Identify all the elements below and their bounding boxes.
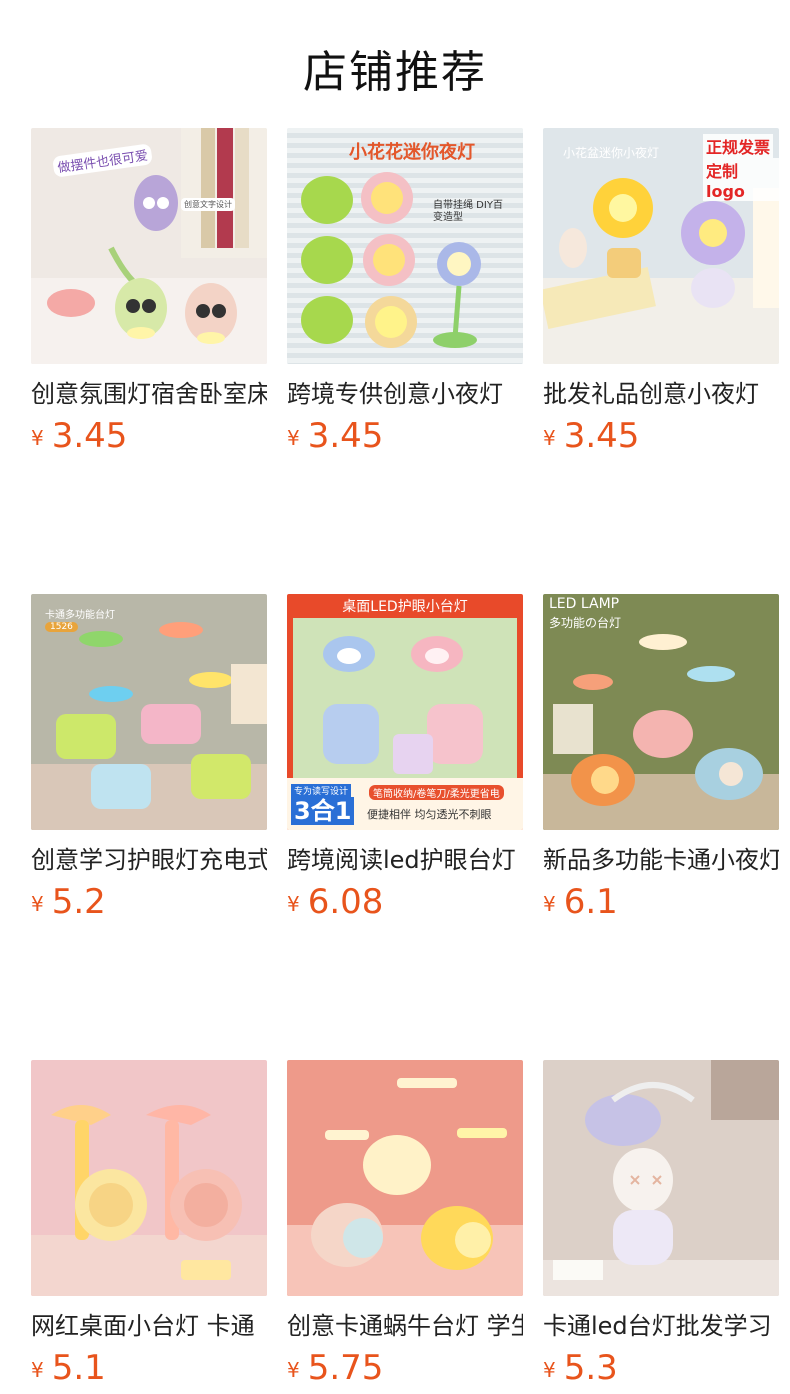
image-sub-1: 多功能の台灯 [549,616,622,630]
image-tag: 1526 [45,622,78,632]
currency-symbol: ¥ [31,426,44,450]
price-value: 3.45 [51,416,128,456]
currency-symbol: ¥ [287,1358,300,1382]
badge-line-2: 定制logo [703,158,779,201]
price-value: 3.45 [307,416,384,456]
product-price: ¥3.45 [287,416,523,462]
image-sub-2: 便捷相伴 均匀透光不刺眼 [367,808,492,821]
currency-symbol: ¥ [31,1358,44,1382]
product-price: ¥5.3 [543,1348,779,1394]
currency-symbol: ¥ [287,892,300,916]
product-name[interactable]: 卡通led台灯批发学习 [543,1310,779,1342]
currency-symbol: ¥ [287,426,300,450]
product-card[interactable]: 小花盆迷你小夜灯 正规发票 定制logo 批发礼品创意小夜灯 ¥3.45 [543,128,779,462]
image-tag-big: 3合1 [291,797,355,825]
product-card[interactable]: 网红桌面小台灯 卡通 ¥5.1 [31,1060,267,1394]
product-image[interactable]: 小花盆迷你小夜灯 正规发票 定制logo [543,128,779,364]
currency-symbol: ¥ [31,892,44,916]
image-caption: 小花盆迷你小夜灯 [563,146,660,160]
shop-recommend-page: 店铺推荐 做摆件也很可爱 创意文字设计 创意氛围灯宿舍卧室床 ¥ 3.45 小花… [0,0,790,1388]
image-alt-caption: 创意文字设计 [181,198,235,211]
product-name[interactable]: 创意卡通蜗牛台灯 学生 [287,1310,523,1342]
product-name[interactable]: 网红桌面小台灯 卡通 [31,1310,267,1342]
currency-symbol: ¥ [543,426,556,450]
product-image[interactable]: 桌面LED护眼小台灯 专为读写设计 3合1 笔筒收纳/卷笔刀/柔光更省电 便捷相… [287,594,523,830]
product-price: ¥3.45 [543,416,779,462]
price-value: 5.2 [51,882,106,922]
badge-line-1: 正规发票 [703,134,774,158]
product-grid: 做摆件也很可爱 创意文字设计 创意氛围灯宿舍卧室床头 ¥3.45 [31,128,779,1394]
product-name[interactable]: 批发礼品创意小夜灯 [543,378,779,410]
product-card[interactable]: 创意卡通蜗牛台灯 学生 ¥5.75 [287,1060,523,1394]
image-caption: 卡通多功能台灯 [45,610,115,621]
price-value: 6.1 [563,882,618,922]
product-card[interactable]: 卡通led台灯批发学习 ¥5.3 [543,1060,779,1394]
product-image[interactable]: 卡通多功能台灯 1526 [31,594,267,830]
product-image[interactable]: LED LAMP 多功能の台灯 [543,594,779,830]
price-value: 5.3 [563,1348,618,1388]
product-card[interactable]: 小花花迷你夜灯 自带挂绳 DIY百变造型 跨境专供创意小夜灯 ¥3.45 [287,128,523,462]
image-alt-caption: 自带挂绳 DIY百变造型 [433,200,503,223]
price-value: 5.75 [307,1348,384,1388]
price-value: 5.1 [51,1348,106,1388]
product-name[interactable]: 创意氛围灯宿舍卧室床头 [31,378,267,410]
product-name[interactable]: 创意学习护眼灯充电式 [31,844,267,876]
page-title: 店铺推荐 [303,47,487,98]
product-image[interactable] [31,1060,267,1296]
product-image[interactable]: 做摆件也很可爱 创意文字设计 [31,128,267,364]
price-value: 6.08 [307,882,384,922]
product-image[interactable] [287,1060,523,1296]
product-image[interactable]: 小花花迷你夜灯 自带挂绳 DIY百变造型 [287,128,523,364]
product-price: ¥6.08 [287,882,523,928]
product-price: ¥6.1 [543,882,779,928]
product-price: ¥5.75 [287,1348,523,1394]
currency-symbol: ¥ [543,892,556,916]
product-name[interactable]: 新品多功能卡通小夜灯 [543,844,779,876]
product-name[interactable]: 跨境阅读led护眼台灯 [287,844,523,876]
image-tag: 专为读写设计 [291,784,352,797]
image-caption: 桌面LED护眼小台灯 [342,599,468,615]
product-price: ¥5.1 [31,1348,267,1394]
currency-symbol: ¥ [543,1358,556,1382]
price-value: 3.45 [563,416,640,456]
product-card[interactable]: 桌面LED护眼小台灯 专为读写设计 3合1 笔筒收纳/卷笔刀/柔光更省电 便捷相… [287,594,523,928]
product-card[interactable]: 卡通多功能台灯 1526 创意学习护眼灯充电式 ¥5.2 [31,594,267,928]
image-sub-1: 笔筒收纳/卷笔刀/柔光更省电 [369,785,504,800]
product-card[interactable]: LED LAMP 多功能の台灯 新品多功能卡通小夜灯 ¥6.1 [543,594,779,928]
product-image[interactable] [543,1060,779,1296]
product-price: ¥5.2 [31,882,267,928]
product-price: ¥3.45 [31,416,267,462]
product-card[interactable]: 做摆件也很可爱 创意文字设计 创意氛围灯宿舍卧室床头 ¥3.45 [31,128,267,462]
product-name[interactable]: 跨境专供创意小夜灯 [287,378,523,410]
image-caption: 小花花迷你夜灯 [349,142,475,163]
image-caption: LED LAMP [549,596,620,612]
